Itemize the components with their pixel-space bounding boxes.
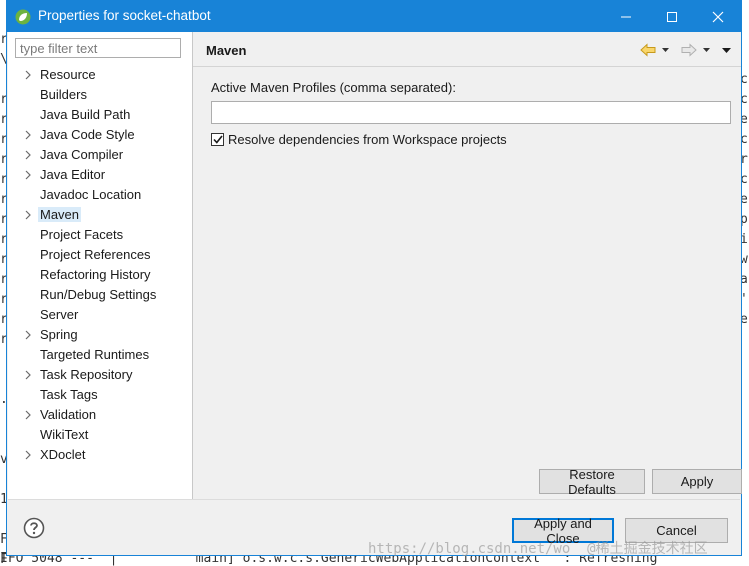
profiles-input[interactable] <box>211 101 731 124</box>
tree-item-label: Refactoring History <box>40 267 151 282</box>
back-arrow-icon <box>640 43 656 57</box>
tree-item-project-references[interactable]: Project References <box>8 245 192 265</box>
tree-item-java-compiler[interactable]: Java Compiler <box>8 145 192 165</box>
tree-item-task-repository[interactable]: Task Repository <box>8 365 192 385</box>
tree-item-label: Java Editor <box>40 167 106 182</box>
title-bar[interactable]: Properties for socket-chatbot <box>7 1 741 32</box>
checkmark-icon <box>212 135 223 144</box>
minimize-button[interactable] <box>603 1 649 32</box>
resolve-workspace-option[interactable]: Resolve dependencies from Workspace proj… <box>211 130 507 148</box>
close-icon <box>712 11 724 22</box>
tree-item-label: Targeted Runtimes <box>40 347 150 362</box>
tree-item-label: Javadoc Location <box>40 187 142 202</box>
resolve-workspace-checkbox[interactable] <box>211 132 224 146</box>
tree-item-label: Java Code Style <box>40 127 135 142</box>
history-nav <box>640 40 737 60</box>
page-title: Maven <box>206 43 247 58</box>
window-title: Properties for socket-chatbot <box>38 8 211 23</box>
back-menu-button[interactable] <box>658 48 673 52</box>
spring-leaf-icon <box>15 9 31 25</box>
tree-item-project-facets[interactable]: Project Facets <box>8 225 192 245</box>
chevron-right-icon[interactable] <box>22 409 34 421</box>
tree-item-label: Java Compiler <box>40 147 124 162</box>
tree-item-label: Project Facets <box>40 227 124 242</box>
resolve-workspace-label: Resolve dependencies from Workspace proj… <box>228 131 507 147</box>
tree-item-refactoring-history[interactable]: Refactoring History <box>8 265 192 285</box>
chevron-right-icon[interactable] <box>22 69 34 81</box>
chevron-right-icon[interactable] <box>22 129 34 141</box>
forward-menu-button[interactable] <box>699 48 714 52</box>
chevron-right-icon[interactable] <box>22 369 34 381</box>
tree-item-label: WikiText <box>40 427 89 442</box>
tree-item-java-code-style[interactable]: Java Code Style <box>8 125 192 145</box>
tree-item-label: Spring <box>40 327 78 342</box>
tree-item-label: Run/Debug Settings <box>40 287 157 302</box>
maximize-icon <box>667 11 677 22</box>
forward-button[interactable] <box>681 43 697 57</box>
tree-item-server[interactable]: Server <box>8 305 192 325</box>
category-pane: Resource Builders Java Build Path Java Code… <box>8 32 193 499</box>
tree-item-wikitext[interactable]: WikiText <box>8 425 192 445</box>
tree-item-resource[interactable]: Resource <box>8 65 192 85</box>
maven-property-page: Maven Active Maven Profiles (comma separ… <box>193 32 742 499</box>
back-button[interactable] <box>640 43 656 57</box>
tree-item-spring[interactable]: Spring <box>8 325 192 345</box>
close-button[interactable] <box>695 1 741 32</box>
tree-item-label: Task Repository <box>40 367 133 382</box>
footer-separator <box>8 499 740 500</box>
view-menu-button[interactable] <box>716 47 737 53</box>
minimize-icon <box>621 16 631 17</box>
apply-button[interactable]: Apply <box>652 469 742 494</box>
forward-arrow-icon <box>681 43 697 57</box>
help-icon[interactable] <box>23 517 45 539</box>
tree-item-label: Server <box>40 307 79 322</box>
tree-item-targeted-runtimes[interactable]: Targeted Runtimes <box>8 345 192 365</box>
properties-dialog: Properties for socket-chatbot Resource Bu… <box>6 0 742 556</box>
tree-item-label: Project References <box>40 247 151 262</box>
header-separator <box>193 66 741 67</box>
chevron-right-icon[interactable] <box>22 329 34 341</box>
tree-item-label: Task Tags <box>40 387 98 402</box>
tree-item-task-tags[interactable]: Task Tags <box>8 385 192 405</box>
watermark: https://blog.csdn.net/wo @稀土掘金技术社区 <box>368 541 708 557</box>
tree-item-validation[interactable]: Validation <box>8 405 192 425</box>
maximize-button[interactable] <box>649 1 695 32</box>
tree-item-xdoclet[interactable]: XDoclet <box>8 445 192 465</box>
tree-item-builders[interactable]: Builders <box>8 85 192 105</box>
chevron-right-icon[interactable] <box>22 169 34 181</box>
tree-item-run-debug-settings[interactable]: Run/Debug Settings <box>8 285 192 305</box>
tree-item-label: Java Build Path <box>40 107 131 122</box>
chevron-down-icon <box>662 48 669 52</box>
tree-item-javadoc-location[interactable]: Javadoc Location <box>8 185 192 205</box>
profiles-label: Active Maven Profiles (comma separated): <box>211 80 456 95</box>
tree-item-label: XDoclet <box>40 447 86 462</box>
tree-item-label: Resource <box>40 67 96 82</box>
tree-item-maven[interactable]: Maven <box>8 205 192 225</box>
tree-item-label: Maven <box>38 207 82 222</box>
tree-item-label: Validation <box>40 407 97 422</box>
category-tree: Resource Builders Java Build Path Java Code… <box>8 65 192 465</box>
tree-item-java-build-path[interactable]: Java Build Path <box>8 105 192 125</box>
restore-defaults-button[interactable]: Restore Defaults <box>539 467 645 497</box>
chevron-right-icon[interactable] <box>22 209 34 221</box>
view-menu-icon <box>722 47 731 53</box>
tree-item-label: Builders <box>40 87 87 102</box>
chevron-right-icon[interactable] <box>22 149 34 161</box>
chevron-down-icon <box>703 48 710 52</box>
chevron-right-icon[interactable] <box>22 449 34 461</box>
filter-input[interactable] <box>15 38 181 58</box>
tree-item-java-editor[interactable]: Java Editor <box>8 165 192 185</box>
